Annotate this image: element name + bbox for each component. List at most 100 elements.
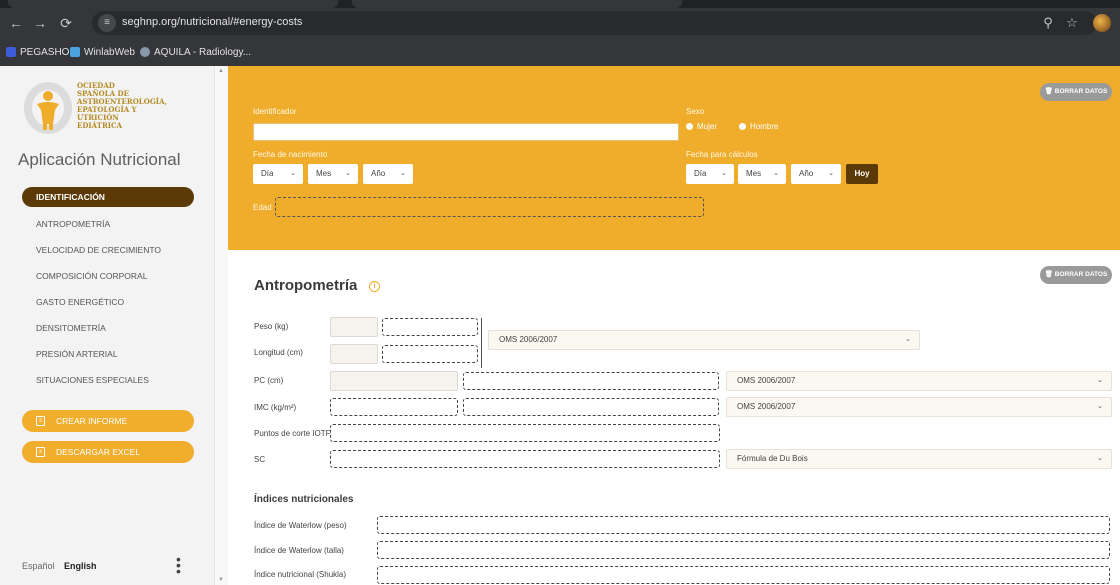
nav-item-velocidad-crecimiento[interactable]: VELOCIDAD DE CRECIMIENTO	[22, 240, 194, 260]
iotf-label: Puntos de corte IOTF	[254, 429, 331, 438]
identifier-input[interactable]	[253, 123, 679, 141]
bookmark-star-icon[interactable]: ☆	[1062, 13, 1082, 33]
nav-item-presion-arterial[interactable]: PRESIÓN ARTERIAL	[22, 344, 194, 364]
birth-year-select[interactable]: Año ⌄	[363, 164, 413, 184]
bookmark-favicon-icon	[140, 47, 150, 57]
pc-reference-select[interactable]: OMS 2006/2007 ⌄	[726, 371, 1112, 391]
excel-icon: x	[36, 447, 45, 457]
bookmark-favicon-icon	[6, 47, 16, 57]
bookmark-favicon-icon	[70, 47, 80, 57]
logo-wordmark: OCIEDAD SPAÑOLA DE ASTROENTEROLOGÍA, EPA…	[77, 81, 167, 130]
chevron-down-icon: ⌄	[1097, 455, 1103, 462]
identifier-label: Identificador	[253, 107, 297, 116]
length-input[interactable]	[330, 344, 378, 364]
shukla-label: Índice nutricional (Shukla)	[254, 570, 347, 579]
chevron-down-icon: ⌄	[721, 170, 727, 177]
pc-input[interactable]	[330, 371, 458, 391]
waterlow-weight-label: Índice de Waterlow (peso)	[254, 521, 347, 530]
nav-item-antropometria[interactable]: ANTROPOMETRÍA	[22, 214, 194, 234]
sex-female-radio[interactable]: Mujer	[686, 122, 717, 131]
birth-month-select[interactable]: Mes ⌄	[308, 164, 358, 184]
sex-male-radio[interactable]: Hombre	[739, 122, 778, 131]
lang-english[interactable]: English	[64, 561, 97, 571]
browser-tab[interactable]	[352, 0, 682, 8]
site-info-icon[interactable]: ≡	[98, 14, 116, 32]
bmi-reference-select[interactable]: OMS 2006/2007 ⌄	[726, 397, 1112, 417]
iotf-result	[330, 424, 720, 442]
seghnp-logo: OCIEDAD SPAÑOLA DE ASTROENTEROLOGÍA, EPA…	[22, 80, 182, 136]
chevron-down-icon: ⌄	[345, 170, 351, 177]
bookmark-aquila[interactable]: AQUILA - Radiology...	[140, 45, 251, 59]
waterlow-height-label: Índice de Waterlow (talla)	[254, 546, 344, 555]
sidebar-scrollbar[interactable]: ▲ ▼	[214, 66, 228, 585]
download-excel-button[interactable]: x DESCARGAR EXCEL	[22, 441, 194, 463]
age-output	[275, 197, 704, 217]
divider	[481, 318, 482, 368]
chevron-down-icon: ⌄	[290, 170, 296, 177]
sc-formula-select[interactable]: Fórmula de Du Bois ⌄	[726, 449, 1112, 469]
weight-input[interactable]	[330, 317, 378, 337]
browser-toolbar: ← → ⟳ ≡ seghnp.org/nutricional/#energy-c…	[0, 8, 1120, 38]
identification-panel: 🗑 BORRAR DATOS Identificador Sexo Mujer …	[228, 66, 1120, 250]
sex-label: Sexo	[686, 107, 705, 116]
calc-day-select[interactable]: Día ⌄	[686, 164, 734, 184]
sidebar: OCIEDAD SPAÑOLA DE ASTROENTEROLOGÍA, EPA…	[0, 66, 214, 585]
scroll-down-icon[interactable]: ▼	[218, 577, 224, 583]
bmi-result	[463, 398, 719, 416]
today-button[interactable]: Hoy	[846, 164, 878, 184]
weight-label: Peso (kg)	[254, 322, 289, 331]
bookmark-winlabweb[interactable]: WinlabWeb	[70, 45, 135, 59]
sc-result	[330, 450, 720, 468]
waterlow-height-result	[377, 541, 1110, 559]
bookmark-pegasho[interactable]: PEGASHO	[6, 45, 69, 59]
clear-anthropometry-button[interactable]: 🗑 BORRAR DATOS	[1040, 266, 1112, 284]
chevron-down-icon: ⌄	[905, 336, 911, 343]
back-icon[interactable]: ←	[6, 13, 26, 33]
url-text: seghnp.org/nutricional/#energy-costs	[122, 16, 303, 28]
bookmarks-bar: PEGASHO WinlabWeb AQUILA - Radiology...	[0, 38, 1120, 66]
browser-tab[interactable]	[8, 0, 338, 8]
bmi-label: IMC (kg/m²)	[254, 403, 297, 412]
radio-circle-icon	[686, 123, 693, 130]
lang-spanish[interactable]: Español	[22, 561, 55, 571]
pc-result	[463, 372, 719, 390]
pc-label: PC (cm)	[254, 376, 284, 385]
nutritional-indices-title: Índices nutricionales	[254, 494, 354, 505]
clear-identification-button[interactable]: 🗑 BORRAR DATOS	[1040, 83, 1112, 101]
chevron-down-icon: ⌄	[1097, 377, 1103, 384]
bmi-value	[330, 398, 458, 416]
length-label: Longitud (cm)	[254, 348, 303, 357]
nav-item-gasto-energetico[interactable]: GASTO ENERGÉTICO	[22, 292, 194, 312]
address-bar[interactable]: ≡ seghnp.org/nutricional/#energy-costs	[92, 11, 1097, 35]
zoom-icon[interactable]: ⚲	[1038, 13, 1058, 33]
scroll-up-icon[interactable]: ▲	[218, 68, 224, 74]
birth-date-label: Fecha de nacimiento	[253, 150, 328, 159]
chevron-down-icon: ⌄	[1097, 403, 1103, 410]
forward-icon[interactable]: →	[30, 13, 50, 33]
weight-result	[382, 318, 478, 336]
birth-day-select[interactable]: Día ⌄	[253, 164, 303, 184]
browser-tabstrip	[0, 0, 1120, 8]
radio-circle-icon	[739, 123, 746, 130]
create-report-button[interactable]: ≡ CREAR INFORME	[22, 410, 194, 432]
info-icon[interactable]: i	[369, 281, 380, 292]
calc-month-select[interactable]: Mes ⌄	[738, 164, 786, 184]
document-icon: ≡	[36, 416, 45, 426]
app-title: Aplicación Nutricional	[18, 150, 181, 169]
chevron-down-icon: ⌄	[773, 170, 779, 177]
reload-icon[interactable]: ⟳	[56, 13, 76, 33]
weight-length-reference-select[interactable]: OMS 2006/2007 ⌄	[488, 330, 920, 350]
nav-item-identificacion[interactable]: IDENTIFICACIÓN	[22, 187, 194, 207]
nav-item-composicion-corporal[interactable]: COMPOSICIÓN CORPORAL	[22, 266, 194, 286]
profile-avatar[interactable]	[1093, 14, 1111, 32]
calc-date-label: Fecha para cálculos	[686, 150, 758, 159]
nav-item-densitometria[interactable]: DENSITOMETRÍA	[22, 318, 194, 338]
age-label: Edad	[253, 203, 272, 212]
nav-item-situaciones-especiales[interactable]: SITUACIONES ESPECIALES	[22, 370, 194, 390]
trash-icon: 🗑	[1044, 88, 1053, 95]
calc-year-select[interactable]: Año ⌄	[791, 164, 841, 184]
shukla-result	[377, 566, 1110, 584]
more-options-icon[interactable]: • • •	[176, 552, 182, 578]
chevron-down-icon: ⌄	[828, 170, 834, 177]
anthropometry-title: Antropometría	[254, 277, 358, 294]
